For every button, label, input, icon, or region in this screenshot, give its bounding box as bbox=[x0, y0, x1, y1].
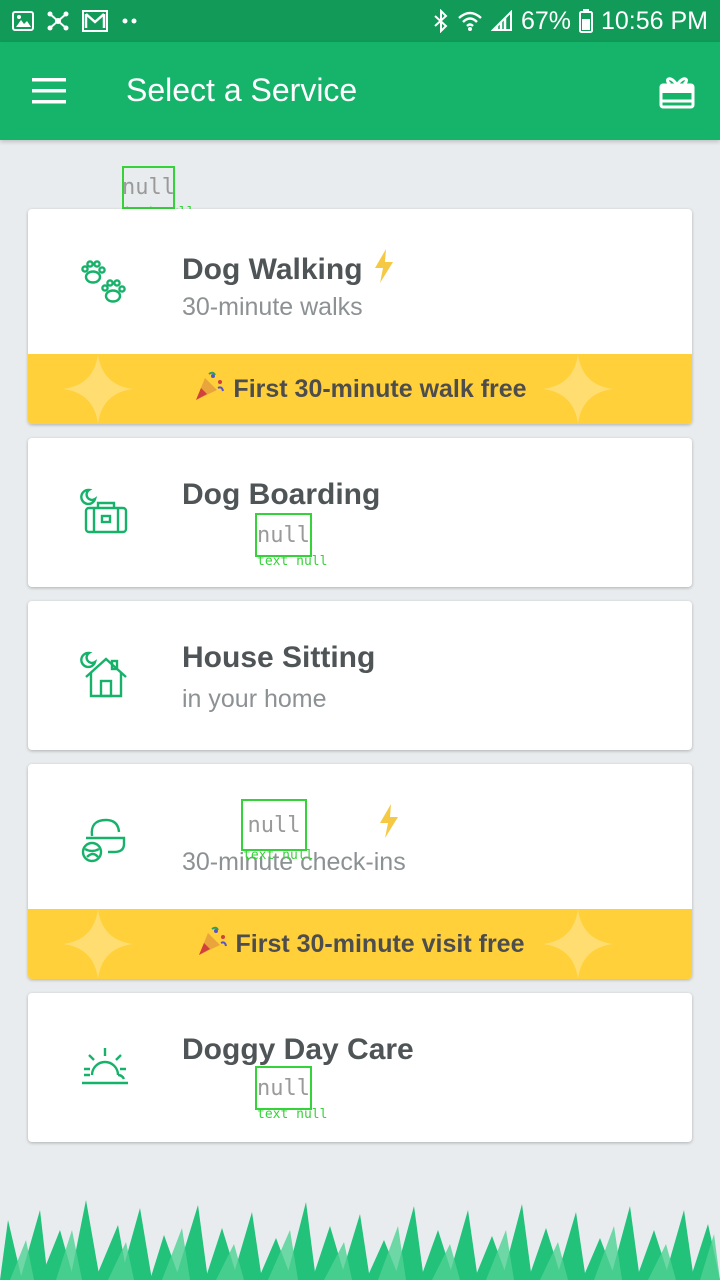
service-subtitle: 30-minute walks bbox=[182, 293, 363, 321]
service-title-text: Dog Boarding bbox=[182, 478, 381, 511]
app-bar: Select a Service bbox=[0, 42, 720, 140]
battery-level: 67% bbox=[520, 6, 571, 35]
service-title: Doggy Day Care bbox=[182, 1033, 414, 1067]
service-title-text: Dog Walking bbox=[182, 253, 363, 286]
service-card-dog-walking[interactable]: Dog Walking 30-minute walks First 30-min… bbox=[28, 209, 692, 424]
status-bar: 67% 10:56 PM bbox=[0, 0, 720, 42]
null-caption: text null bbox=[257, 1107, 328, 1122]
lightning-icon bbox=[378, 804, 400, 843]
page-title: Select a Service bbox=[126, 72, 358, 108]
null-label: null bbox=[241, 799, 307, 851]
sun-icon bbox=[80, 1045, 130, 1092]
lightning-icon bbox=[373, 249, 395, 291]
signal-icon bbox=[490, 10, 513, 32]
wifi-icon bbox=[457, 10, 483, 32]
party-popper-icon bbox=[193, 370, 225, 409]
service-card-dog-boarding[interactable]: Dog Boarding bbox=[28, 438, 692, 587]
service-card-doggy-day-care[interactable]: Doggy Day Care bbox=[28, 993, 692, 1142]
bluetooth-icon bbox=[433, 9, 449, 33]
null-label: null bbox=[122, 166, 175, 209]
service-card-house-sitting[interactable]: House Sitting in your home bbox=[28, 601, 692, 750]
service-subtitle: in your home bbox=[182, 685, 327, 713]
service-title-text: House Sitting bbox=[182, 641, 376, 674]
clock: 10:56 PM bbox=[600, 6, 708, 35]
null-caption: text null bbox=[257, 554, 328, 569]
house-icon bbox=[80, 651, 130, 706]
service-card-drop-in[interactable]: 30-minute check-ins First 30-minute visi… bbox=[28, 764, 692, 979]
null-label: null bbox=[255, 1066, 312, 1110]
dots-icon bbox=[120, 17, 140, 25]
gmail-icon bbox=[82, 10, 108, 32]
gift-icon[interactable] bbox=[658, 72, 696, 110]
food-bowl-icon bbox=[80, 814, 130, 869]
suitcase-icon bbox=[80, 488, 130, 539]
image-icon bbox=[12, 11, 34, 31]
service-title: Dog Boarding bbox=[182, 478, 380, 512]
null-caption: text null bbox=[243, 848, 314, 863]
network-icon bbox=[46, 10, 70, 32]
promo-banner: First 30-minute visit free bbox=[28, 909, 692, 979]
service-title: House Sitting bbox=[182, 641, 375, 675]
hamburger-menu-icon[interactable] bbox=[30, 75, 68, 107]
battery-icon bbox=[578, 9, 593, 33]
null-label: null bbox=[255, 513, 312, 557]
promo-text: First 30-minute walk free bbox=[233, 374, 527, 403]
grass-decoration bbox=[0, 1200, 720, 1280]
paws-icon bbox=[80, 259, 130, 314]
promo-banner: First 30-minute walk free bbox=[28, 354, 692, 424]
promo-text: First 30-minute visit free bbox=[235, 929, 525, 958]
party-popper-icon bbox=[196, 925, 228, 964]
service-title: Dog Walking bbox=[182, 249, 395, 291]
service-title-text: Doggy Day Care bbox=[182, 1033, 414, 1066]
